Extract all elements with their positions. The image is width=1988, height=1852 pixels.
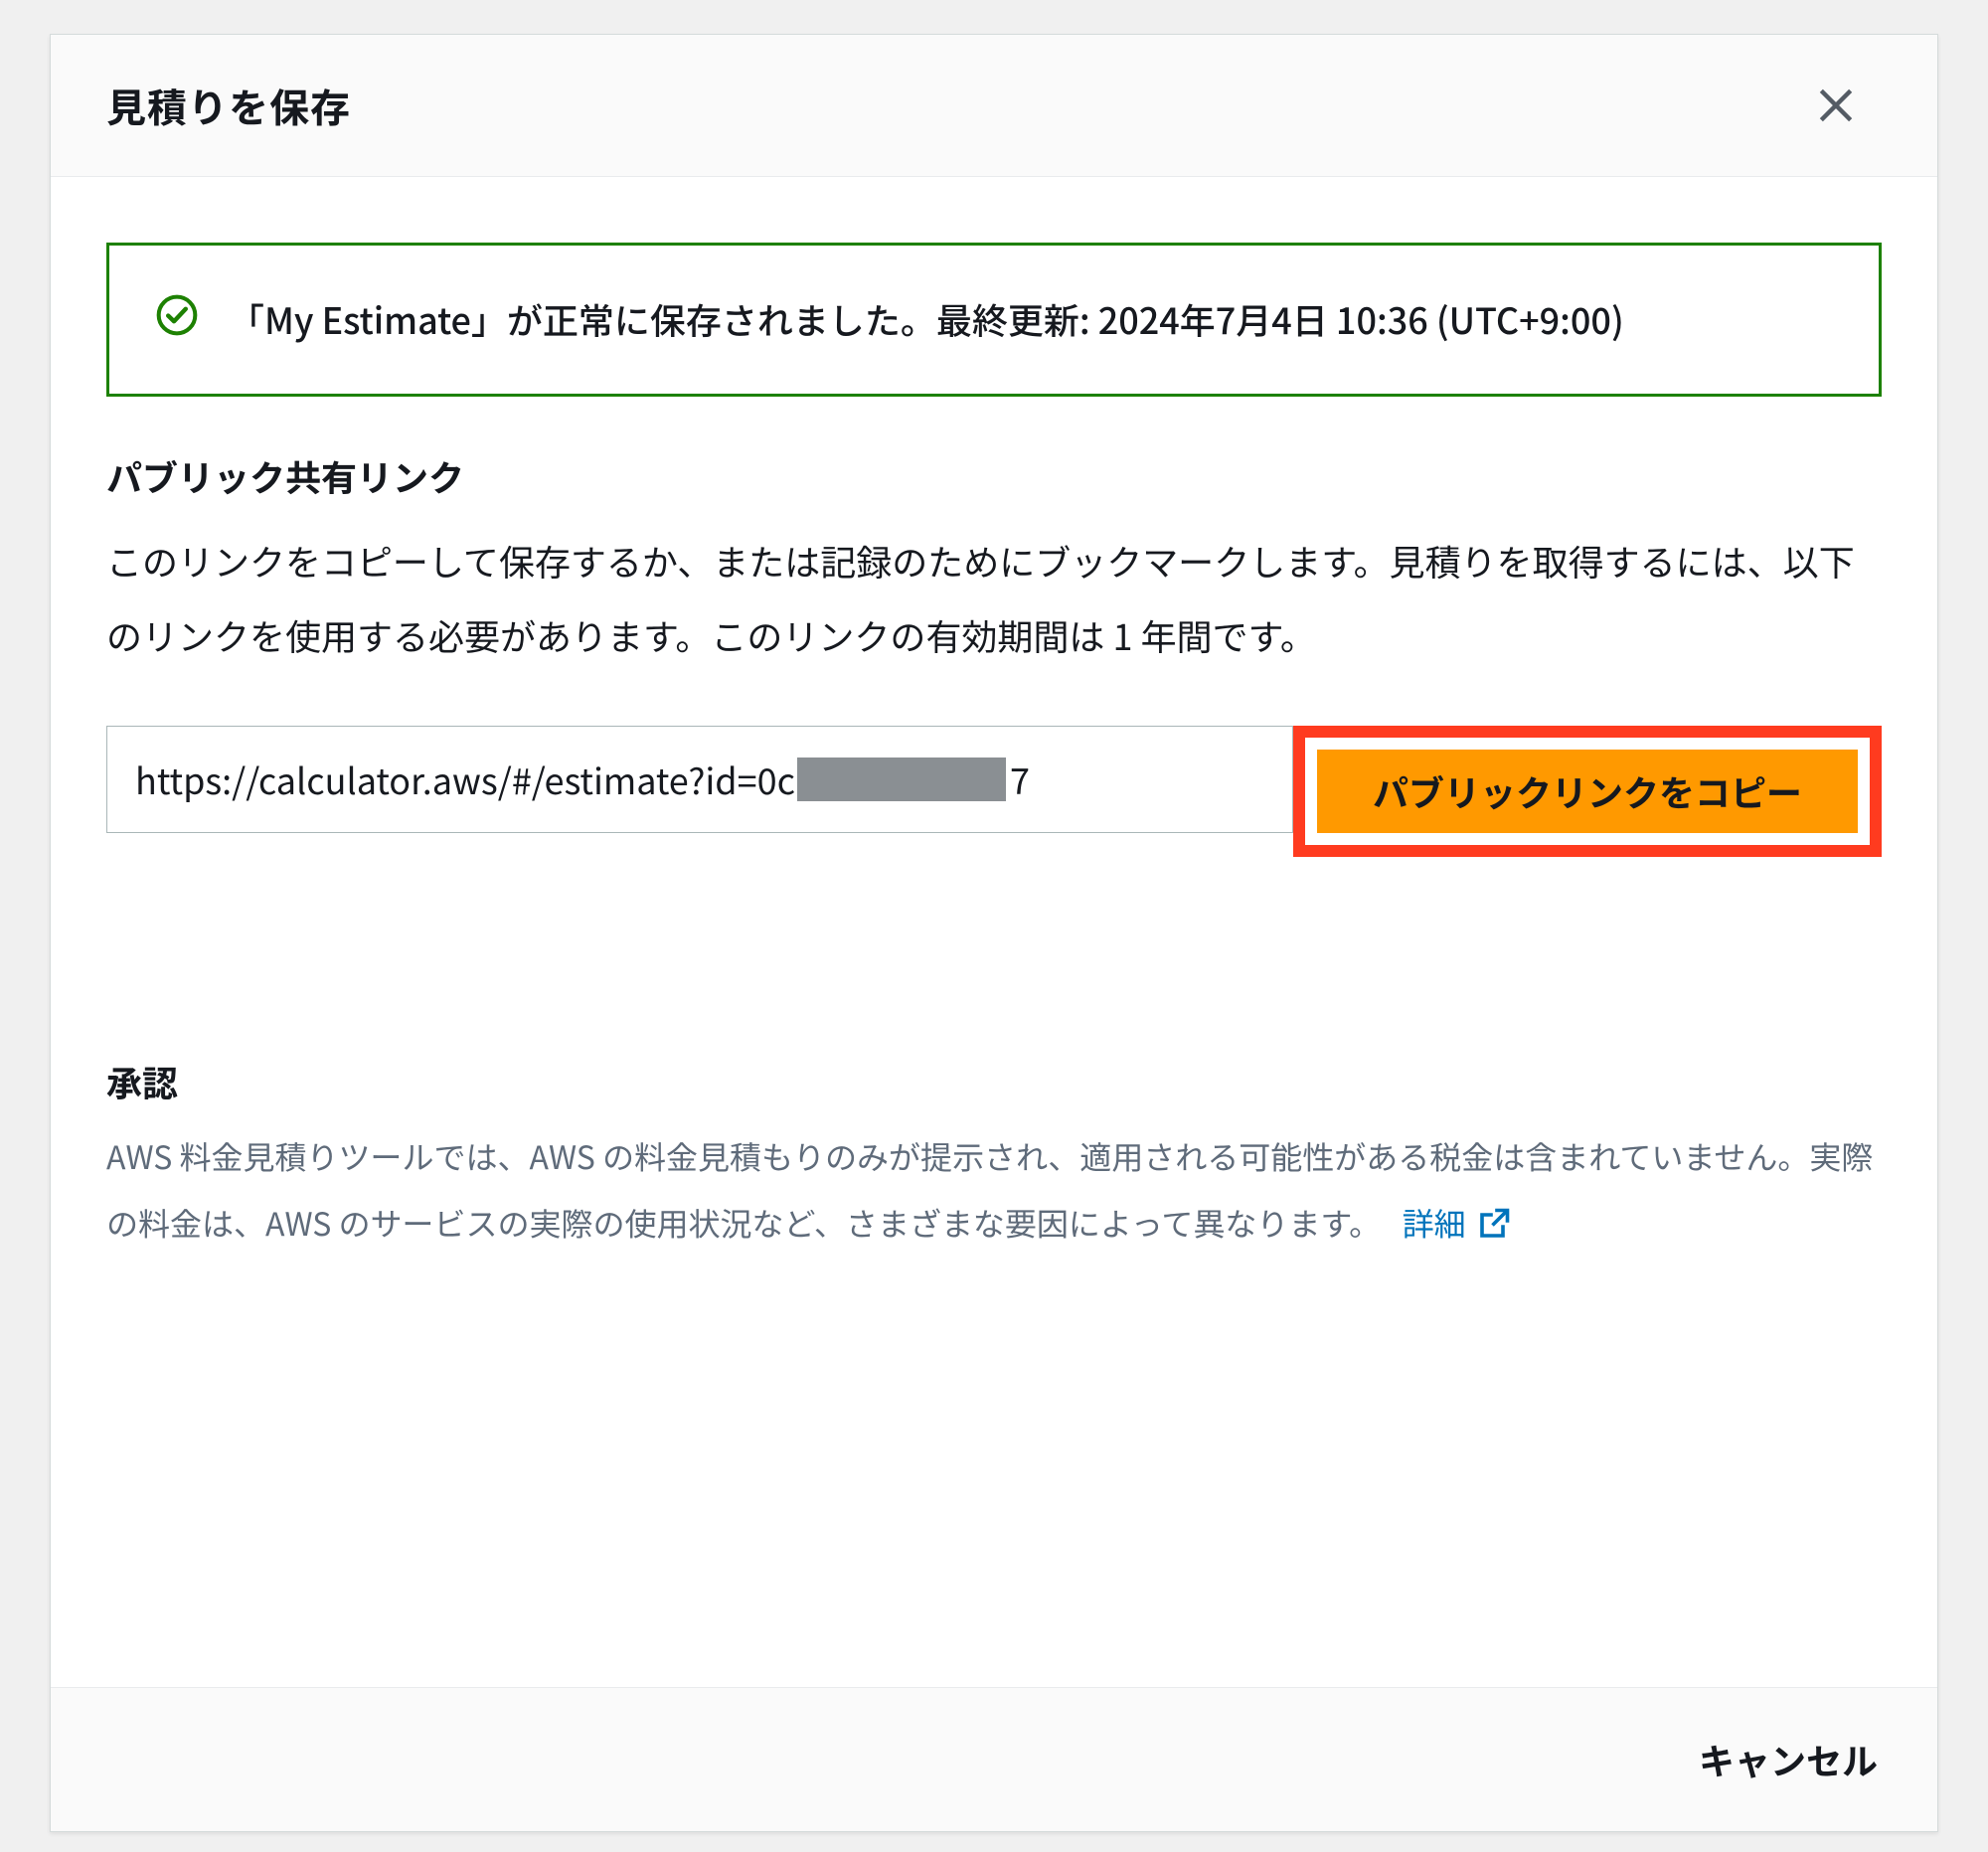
details-link-label: 詳細 [1403, 1190, 1466, 1257]
modal-body: 「My Estimate」が正常に保存されました。最終更新: 2024年7月4日… [51, 177, 1937, 1687]
success-alert-text: 「My Estimate」が正常に保存されました。最終更新: 2024年7月4日… [229, 287, 1624, 352]
save-estimate-modal: 見積りを保存 「My Estimate」が正常に保存されました。最終更新: 20… [50, 34, 1938, 1832]
acknowledgment-title: 承認 [106, 1056, 1882, 1107]
acknowledgment-body: AWS 料金見積りツールでは、AWS の料金見積もりのみが提示され、適用される可… [106, 1133, 1873, 1246]
share-link-row: https://calculator.aws/#/estimate?id=0c 7… [106, 726, 1882, 857]
close-icon [1814, 84, 1858, 127]
share-link-url-suffix: 7 [1010, 754, 1030, 805]
redacted-segment [797, 758, 1006, 801]
details-link[interactable]: 詳細 [1403, 1190, 1512, 1257]
modal-header: 見積りを保存 [51, 35, 1937, 177]
share-link-url-prefix: https://calculator.aws/#/estimate?id=0c [135, 754, 795, 805]
success-alert: 「My Estimate」が正常に保存されました。最終更新: 2024年7月4日… [106, 243, 1882, 397]
close-button[interactable] [1814, 84, 1858, 127]
modal-title: 見積りを保存 [106, 77, 1814, 134]
share-link-title: パブリック共有リンク [106, 450, 1882, 502]
acknowledgment-text: AWS 料金見積りツールでは、AWS の料金見積もりのみが提示され、適用される可… [106, 1123, 1882, 1257]
share-link-description: このリンクをコピーして保存するか、または記録のためにブックマークします。見積りを… [106, 524, 1882, 674]
copy-button-highlight: パブリックリンクをコピー [1293, 726, 1882, 857]
share-link-input[interactable]: https://calculator.aws/#/estimate?id=0c 7 [106, 726, 1293, 833]
copy-public-link-button[interactable]: パブリックリンクをコピー [1317, 750, 1858, 833]
external-link-icon [1476, 1206, 1512, 1242]
modal-footer: キャンセル [51, 1687, 1937, 1831]
success-check-icon [155, 293, 199, 337]
cancel-button[interactable]: キャンセル [1699, 1734, 1878, 1785]
